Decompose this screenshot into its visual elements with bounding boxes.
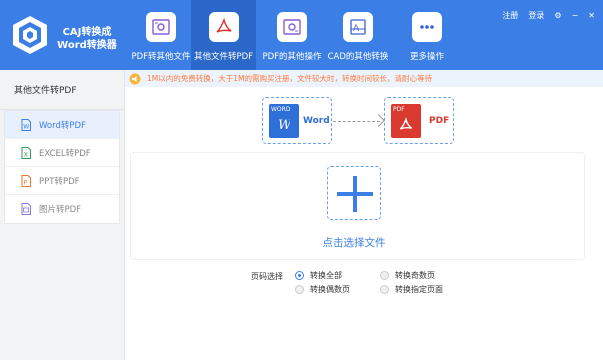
sidebar-header: 其他文件转PDF	[0, 70, 124, 110]
minimize-icon[interactable]: −	[572, 11, 579, 20]
svg-text:W: W	[278, 118, 290, 132]
radio-convert-all[interactable]: 转换全部	[295, 270, 342, 281]
target-format-tag: PDF	[393, 106, 405, 113]
convert-arrow-icon	[372, 114, 385, 127]
sidebar: 其他文件转PDF W Word转PDF X EXCEL转PDF P PPT转PD…	[0, 70, 125, 360]
settings-icon[interactable]: ⚙	[554, 11, 561, 20]
nav-pdf-to-other[interactable]: PDF转其他文件	[131, 0, 191, 70]
svg-text:X: X	[24, 151, 28, 158]
plus-icon-vertical	[353, 176, 357, 212]
add-file-button[interactable]	[327, 166, 381, 220]
radio-convert-specific[interactable]: 转换指定页面	[380, 284, 443, 295]
sidebar-list: W Word转PDF X EXCEL转PDF P PPT转PDF 图片转PDF	[4, 110, 120, 224]
word-file-icon: W	[21, 118, 31, 131]
radio-label: 转换奇数页	[395, 271, 435, 280]
nav-cad-convert[interactable]: A CAD的其他转换	[326, 0, 390, 70]
speaker-icon	[129, 73, 141, 84]
source-format-box: WORD W Word	[262, 97, 332, 144]
radio-convert-even[interactable]: 转换偶数页	[295, 284, 350, 295]
sidebar-item-image[interactable]: 图片转PDF	[5, 195, 119, 223]
acrobat-icon	[208, 12, 239, 42]
image-file-icon	[21, 203, 31, 215]
radio-unselected-icon	[380, 285, 389, 294]
svg-text:P: P	[24, 179, 28, 186]
radio-label: 转换全部	[310, 271, 342, 280]
source-format-tag: WORD	[271, 106, 291, 113]
nav-label: CAD的其他转换	[327, 52, 389, 62]
source-format-name: Word	[303, 116, 330, 126]
sidebar-item-label: EXCEL转PDF	[39, 148, 91, 159]
sidebar-item-label: 图片转PDF	[39, 205, 82, 215]
word-doc-icon: WORD W	[269, 104, 299, 138]
app-title: CAJ转换成 Word转换器	[52, 26, 122, 52]
select-file-label[interactable]: 点击选择文件	[294, 235, 414, 250]
nav-label: PDF的其他操作	[262, 52, 322, 62]
radio-label: 转换指定页面	[395, 285, 443, 294]
cad-icon: A	[343, 12, 373, 42]
nav-label: PDF转其他文件	[131, 52, 191, 62]
pdf-doc-icon: PDF	[391, 104, 421, 138]
gear-doc-icon	[277, 12, 307, 42]
top-header: CAJ转换成 Word转换器 PDF转其他文件 其他文件转PDF PDF的其他操…	[0, 0, 603, 70]
register-link[interactable]: 注册	[502, 10, 518, 21]
nav-more[interactable]: 更多操作	[398, 0, 456, 70]
notice-text: 1M以内的免费转换，大于1M的需购买注册，文件较大时，转换时间较长，请耐心等待	[147, 74, 432, 83]
radio-label: 转换偶数页	[310, 285, 350, 294]
nav-label: 其他文件转PDF	[193, 52, 254, 62]
app-title-line2: Word转换器	[57, 40, 117, 51]
sidebar-item-excel[interactable]: X EXCEL转PDF	[5, 139, 119, 167]
target-format-name: PDF	[429, 116, 450, 126]
radio-unselected-icon	[380, 271, 389, 280]
app-logo-icon	[13, 16, 47, 54]
nav-pdf-other-ops[interactable]: PDF的其他操作	[258, 0, 326, 70]
page-select-label: 页码选择	[251, 272, 283, 281]
nav-label: 更多操作	[409, 52, 444, 62]
gear-doc-icon	[146, 12, 176, 42]
target-format-box: PDF PDF	[384, 97, 454, 144]
radio-selected-icon	[295, 271, 304, 280]
login-link[interactable]: 登录	[528, 10, 544, 21]
svg-text:W: W	[23, 123, 29, 130]
sidebar-item-ppt[interactable]: P PPT转PDF	[5, 167, 119, 195]
sidebar-item-word[interactable]: W Word转PDF	[5, 111, 119, 139]
radio-convert-odd[interactable]: 转换奇数页	[380, 270, 435, 281]
excel-file-icon: X	[21, 146, 31, 159]
sidebar-item-label: Word转PDF	[39, 120, 86, 131]
notice-bar: 1M以内的免费转换，大于1M的需购买注册，文件较大时，转换时间较长，请耐心等待	[125, 70, 603, 87]
app-title-line1: CAJ转换成	[62, 27, 112, 38]
ppt-file-icon: P	[21, 174, 31, 187]
more-dots-icon	[412, 12, 442, 42]
window-controls: 注册 登录 ⚙ − ✕	[502, 10, 595, 21]
close-icon[interactable]: ✕	[588, 11, 595, 20]
radio-unselected-icon	[295, 285, 304, 294]
sidebar-item-label: PPT转PDF	[39, 176, 80, 187]
nav-other-to-pdf[interactable]: 其他文件转PDF	[191, 0, 256, 70]
